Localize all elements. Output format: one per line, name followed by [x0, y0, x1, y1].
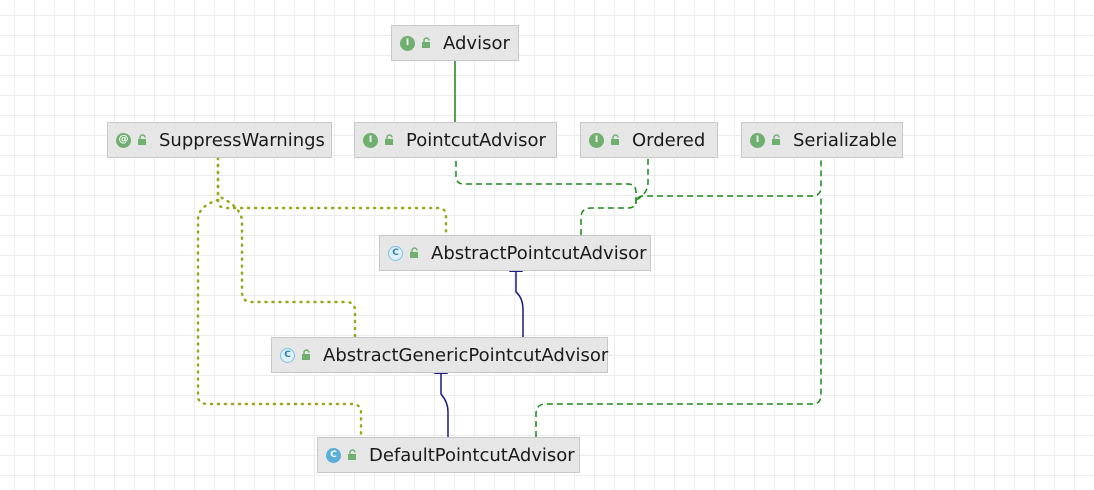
unlocked-icon	[302, 349, 310, 360]
unlocked-icon	[611, 134, 619, 145]
node-label: PointcutAdvisor	[406, 129, 546, 151]
interface-icon: I	[363, 132, 378, 148]
node-label: Ordered	[632, 129, 706, 151]
unlocked-icon	[385, 134, 393, 145]
node-defaultpointcutadvisor[interactable]: C DefaultPointcutAdvisor	[317, 437, 580, 473]
node-suppresswarnings[interactable]: @ SuppressWarnings	[107, 122, 332, 158]
node-serializable[interactable]: I Serializable	[741, 122, 903, 158]
node-label: SuppressWarnings	[159, 129, 325, 151]
node-pointcutadvisor[interactable]: I PointcutAdvisor	[354, 122, 557, 158]
unlocked-icon	[410, 247, 418, 258]
edge-abstractpointcutadvisor-implements-pointcutadvisor	[449, 145, 637, 235]
node-label: Advisor	[443, 32, 510, 54]
node-label: DefaultPointcutAdvisor	[369, 444, 575, 466]
edge-abstractpointcutadvisor-implements-ordered	[635, 145, 655, 201]
node-abstractpointcutadvisor[interactable]: C AbstractPointcutAdvisor	[379, 235, 651, 271]
annotation-icon: @	[116, 132, 131, 148]
node-label: AbstractPointcutAdvisor	[431, 242, 647, 264]
edge-abstractgeneric-extends-abstractpointcutadvisor	[509, 259, 524, 337]
class-icon: C	[326, 447, 341, 463]
edge-defaultpointcutadvisor-extends-abstractgeneric	[434, 361, 449, 437]
edge-abstractpointcutadvisor-implements-serializable	[635, 145, 828, 205]
abstract-class-icon: C	[280, 347, 295, 363]
node-ordered[interactable]: I Ordered	[580, 122, 718, 158]
interface-icon: I	[589, 132, 604, 148]
node-abstractgenericpointcutadvisor[interactable]: C AbstractGenericPointcutAdvisor	[271, 337, 608, 373]
interface-icon: I	[750, 132, 765, 148]
unlocked-icon	[348, 449, 356, 460]
unlocked-icon	[422, 37, 430, 48]
interface-icon: I	[400, 35, 415, 51]
abstract-class-icon: C	[388, 245, 403, 261]
edge-suppresswarnings-annotates-defaultpointcutadvisor	[196, 198, 363, 439]
node-label: Serializable	[793, 129, 897, 151]
edge-suppresswarnings-annotates-abstractpointcutadvisor	[216, 156, 448, 237]
unlocked-icon	[772, 134, 780, 145]
unlocked-icon	[138, 134, 146, 145]
edge-suppresswarnings-annotates-abstractgeneric	[216, 156, 357, 339]
node-advisor[interactable]: I Advisor	[391, 25, 519, 61]
node-label: AbstractGenericPointcutAdvisor	[323, 344, 609, 366]
edge-defaultpointcutadvisor-implements-serializable	[535, 196, 822, 437]
